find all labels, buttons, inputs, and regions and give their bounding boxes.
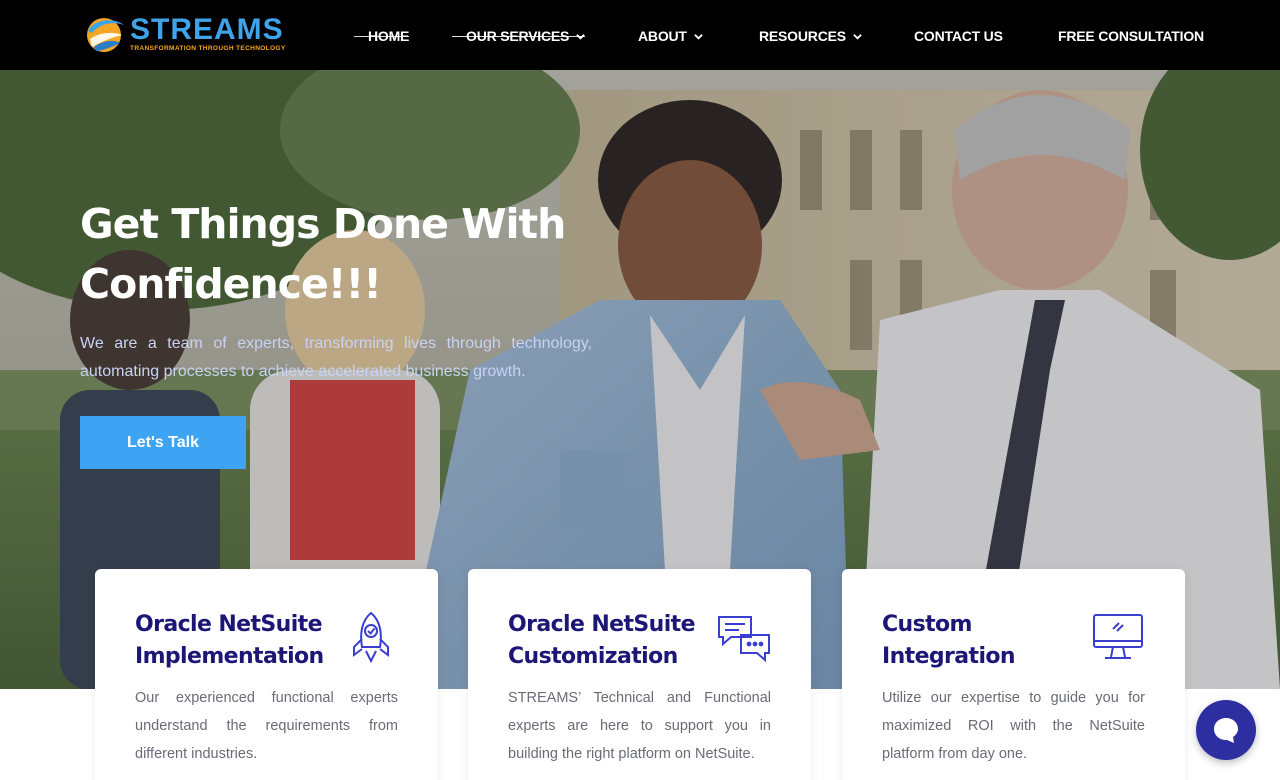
rocket-icon: [353, 611, 389, 664]
chat-widget-button[interactable]: [1196, 700, 1256, 760]
nav-resources-label: RESOURCES: [759, 28, 846, 44]
nav-resources[interactable]: RESOURCES: [759, 26, 862, 46]
nav-free-consultation-label: FREE CONSULTATION: [1058, 28, 1204, 44]
chat-bubbles-icon: [718, 616, 770, 663]
card-description: Our experienced functional experts under…: [135, 690, 398, 762]
chat-icon: [1214, 718, 1238, 743]
brand-name: STREAMS: [130, 12, 284, 46]
streams-logo-icon: [87, 18, 124, 52]
nav-about-label: ABOUT: [638, 28, 687, 44]
menu-line-decoration: [452, 36, 586, 37]
hero-title: Get Things Done With Confidence!!!: [80, 200, 566, 308]
nav-free-consultation[interactable]: FREE CONSULTATION: [1058, 26, 1204, 46]
nav-contact-us-label: CONTACT US: [914, 28, 1003, 44]
chevron-down-icon: [853, 33, 862, 40]
top-navigation-bar: STREAMS TRANSFORMATION THROUGH TECHNOLOG…: [0, 0, 1280, 70]
card-title: Oracle NetSuite Customization: [508, 612, 696, 669]
card-description: Utilize our expertise to guide you for m…: [882, 690, 1145, 762]
card-description: STREAMS’ Technical and Functional expert…: [508, 690, 771, 762]
menu-line-decoration: [354, 36, 410, 37]
nav-about[interactable]: ABOUT: [638, 26, 703, 46]
brand-tagline: TRANSFORMATION THROUGH TECHNOLOGY: [130, 44, 286, 52]
streams-logo[interactable]: STREAMS TRANSFORMATION THROUGH TECHNOLOG…: [84, 13, 289, 55]
service-card-integration[interactable]: Custom Integration Utilize our expertise…: [842, 569, 1185, 780]
monitor-icon: [1093, 614, 1143, 659]
nav-our-services[interactable]: OUR SERVICES: [452, 26, 586, 46]
service-card-implementation[interactable]: Oracle NetSuite Implementation Our exper…: [95, 569, 438, 780]
nav-contact-us[interactable]: CONTACT US: [914, 26, 1003, 46]
chevron-down-icon: [694, 33, 703, 40]
nav-home[interactable]: HOME: [354, 26, 409, 46]
card-title: Custom Integration: [882, 612, 1016, 669]
lets-talk-button[interactable]: Let's Talk: [80, 416, 246, 469]
card-title: Oracle NetSuite Implementation: [135, 612, 324, 669]
hero-subtitle: We are a team of experts, transforming l…: [80, 335, 592, 380]
service-card-customization[interactable]: Oracle NetSuite Customization STREAMS’ T…: [468, 569, 811, 780]
